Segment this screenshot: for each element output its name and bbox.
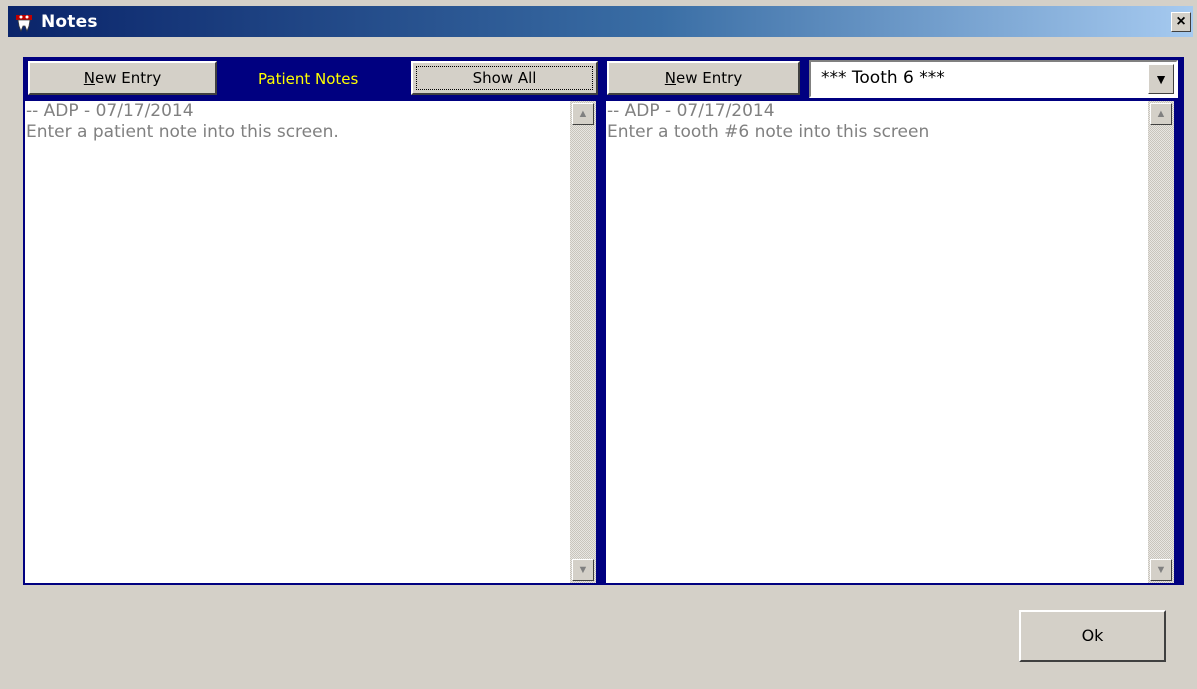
- notes-dialog: Notes × New Entry Patient Notes Show All…: [0, 0, 1197, 689]
- tooth-note-header: -- ADP - 07/17/2014: [607, 101, 775, 121]
- scroll-down-arrow-icon[interactable]: ▼: [572, 559, 594, 581]
- ok-label-rest: k: [1094, 626, 1104, 645]
- tooth-notes-pane: New Entry *** Tooth 6 *** ▼ -- ADP - 07/…: [604, 57, 1184, 585]
- tooth-select-value: *** Tooth 6 ***: [821, 68, 945, 88]
- patient-notes-scrollbar[interactable]: ▲ ▼: [570, 101, 596, 583]
- tooth-notes-scrollbar[interactable]: ▲ ▼: [1148, 101, 1174, 583]
- patient-notes-label: Patient Notes: [258, 70, 359, 88]
- new-entry-label-rest: ew Entry: [95, 69, 162, 87]
- show-all-button[interactable]: Show All: [411, 61, 598, 95]
- patient-note-body: Enter a patient note into this screen.: [26, 122, 339, 142]
- patient-note-header: -- ADP - 07/17/2014: [26, 101, 194, 121]
- tooth-select-dropdown[interactable]: *** Tooth 6 *** ▼: [809, 60, 1178, 98]
- new-entry-label-rest: ew Entry: [676, 69, 743, 87]
- tooth-note-body: Enter a tooth #6 note into this screen: [607, 122, 930, 142]
- patient-notes-pane: New Entry Patient Notes Show All -- ADP …: [23, 57, 604, 585]
- new-entry-hotkey: N: [664, 69, 677, 87]
- tooth-app-icon: [14, 12, 34, 33]
- title-bar[interactable]: Notes ×: [8, 6, 1193, 37]
- chevron-down-icon[interactable]: ▼: [1148, 64, 1174, 94]
- scroll-up-arrow-icon[interactable]: ▲: [1150, 103, 1172, 125]
- ok-hotkey: O: [1081, 626, 1095, 645]
- tooth-new-entry-button[interactable]: New Entry: [607, 61, 800, 95]
- new-entry-hotkey: N: [83, 69, 96, 87]
- scroll-down-arrow-icon[interactable]: ▼: [1150, 559, 1172, 581]
- close-button[interactable]: ×: [1171, 12, 1191, 32]
- show-all-label: Show All: [416, 66, 593, 90]
- scroll-up-arrow-icon[interactable]: ▲: [572, 103, 594, 125]
- patient-notes-textarea[interactable]: -- ADP - 07/17/2014 Enter a patient note…: [25, 101, 570, 583]
- ok-button[interactable]: Ok: [1019, 610, 1166, 662]
- window-title: Notes: [41, 12, 98, 32]
- patient-new-entry-button[interactable]: New Entry: [28, 61, 217, 95]
- tooth-notes-textarea[interactable]: -- ADP - 07/17/2014 Enter a tooth #6 not…: [606, 101, 1148, 583]
